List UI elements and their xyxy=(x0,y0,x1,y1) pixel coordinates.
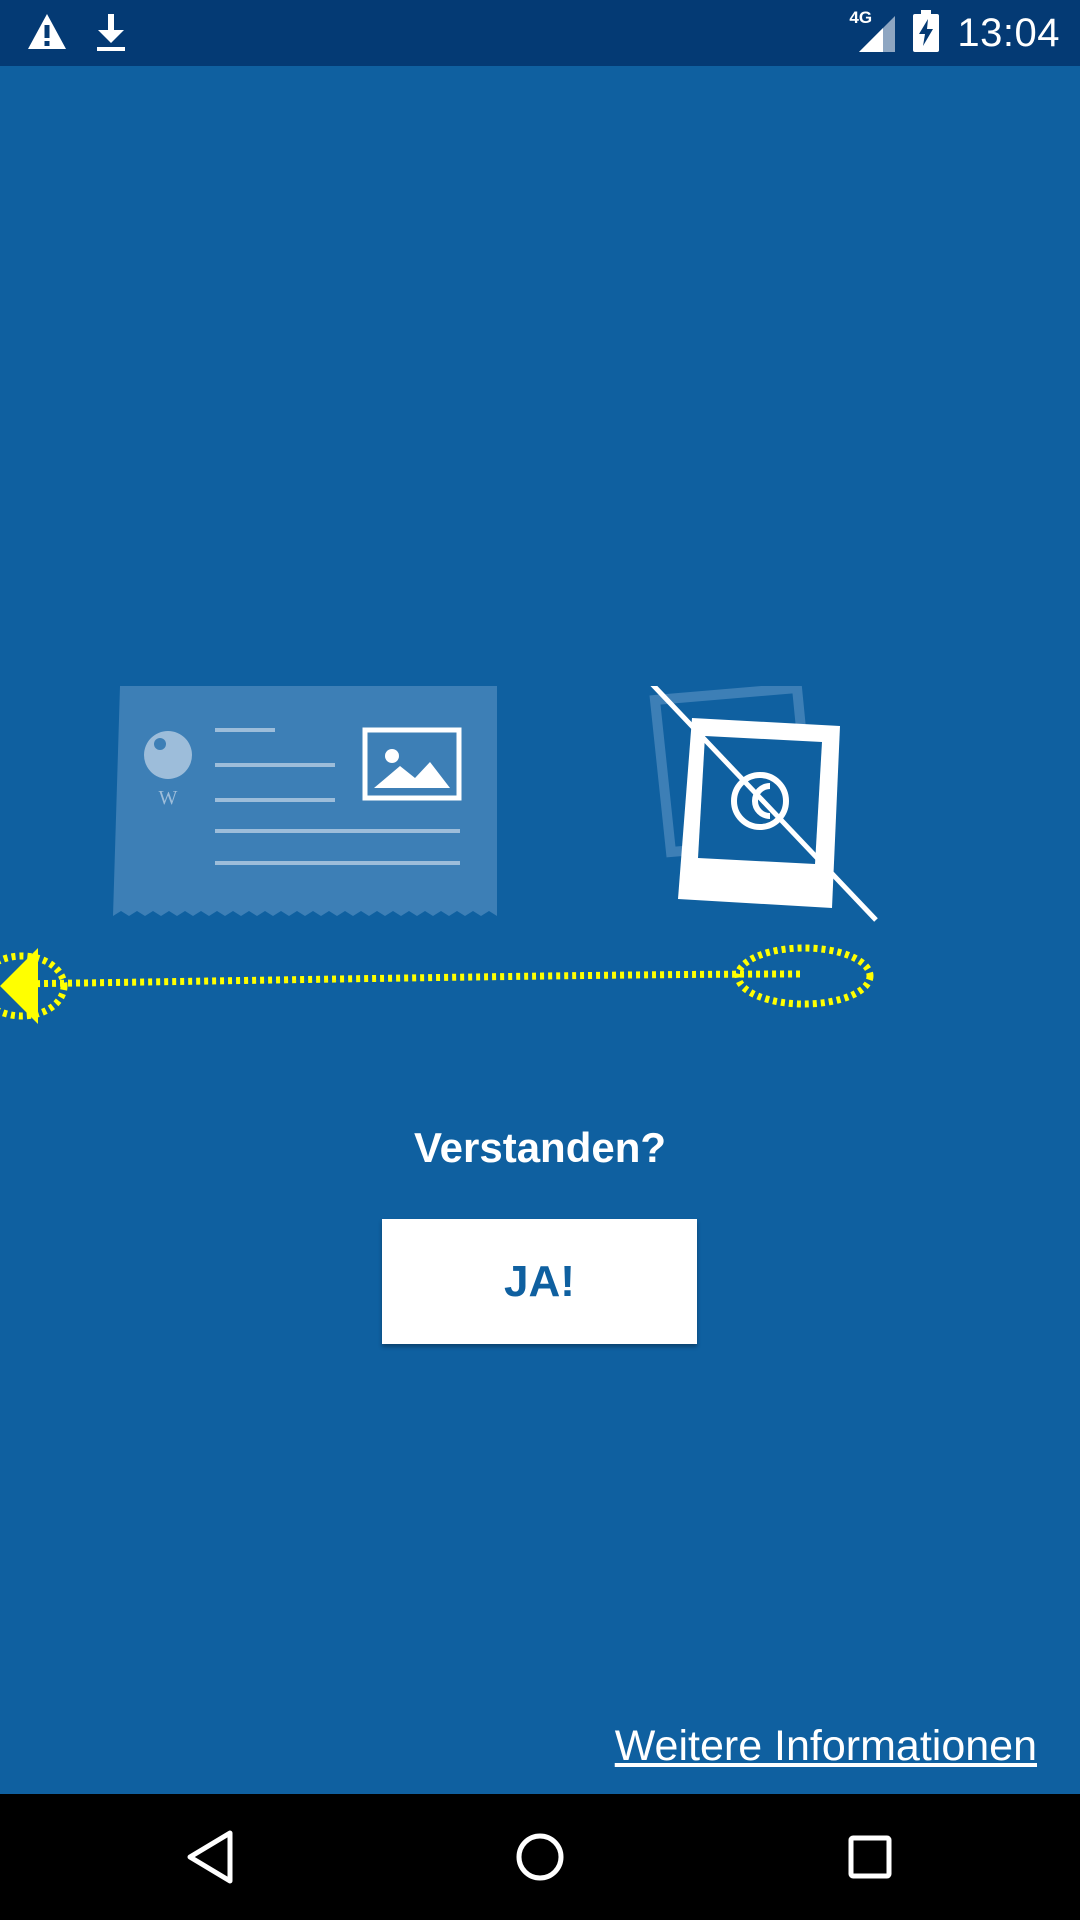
wiki-logo-letter: W xyxy=(159,787,178,809)
network-type-label: 4G xyxy=(849,8,873,27)
illustration: W xyxy=(0,686,878,1024)
copyright-photo-illustration xyxy=(649,686,878,922)
swipe-gesture-annotation xyxy=(0,944,874,1020)
clock: 13:04 xyxy=(957,10,1060,55)
battery-charging-icon xyxy=(913,9,940,57)
warning-icon xyxy=(26,12,68,57)
home-icon[interactable] xyxy=(508,1825,572,1889)
signal-icon: 4G xyxy=(849,8,896,54)
recents-icon[interactable] xyxy=(838,1825,902,1889)
navigation-bar xyxy=(0,1794,1080,1920)
more-info-link[interactable]: Weitere Informationen xyxy=(615,1722,1037,1771)
page-title: Verstanden? xyxy=(413,1124,667,1171)
confirm-button[interactable]: JA! xyxy=(382,1219,697,1344)
download-icon xyxy=(94,12,128,57)
back-icon[interactable] xyxy=(178,1825,242,1889)
status-bar: 4G 13:04 xyxy=(0,0,1080,66)
onboarding-screen: W Verstanden? JA! Weitere Informationen xyxy=(0,66,1080,1823)
article-card-illustration: W xyxy=(113,686,497,916)
